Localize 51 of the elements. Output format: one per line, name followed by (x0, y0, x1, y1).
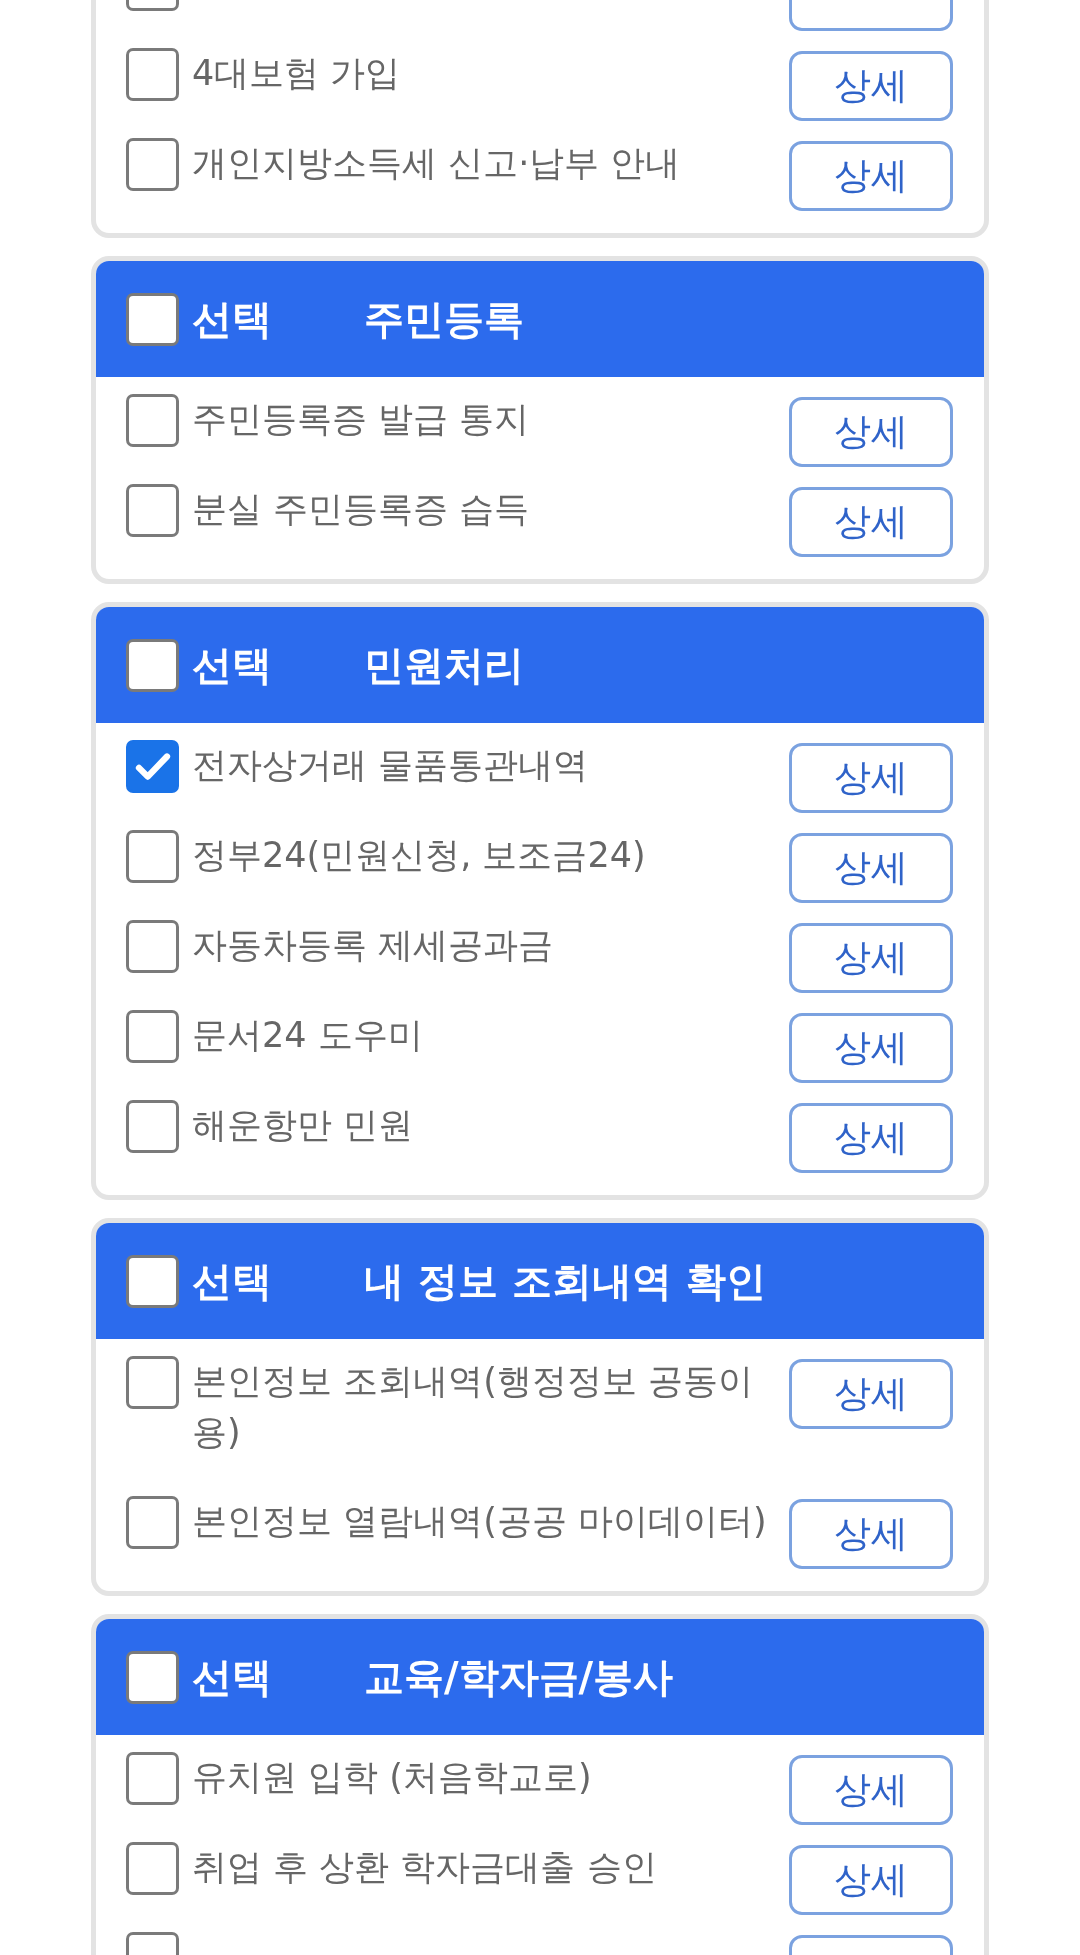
item-checkbox[interactable] (126, 740, 179, 793)
item-checkbox[interactable] (126, 1356, 179, 1409)
item-checkbox[interactable] (126, 48, 179, 101)
item-label: 전자상거래 물품통관내역 (192, 744, 590, 787)
item-label: 정부24(민원신청, 보조금24) (192, 834, 647, 877)
select-all-checkbox[interactable] (126, 1650, 179, 1704)
item-checkbox[interactable] (126, 1752, 179, 1805)
item-checkbox[interactable] (126, 484, 179, 537)
item-checkbox[interactable] (126, 1010, 179, 1063)
detail-button[interactable]: 상세 (789, 1845, 953, 1915)
item-label: 분실 주민등록증 습득 (192, 488, 531, 531)
section-title: 내 정보 조회내역 확인 (364, 1257, 766, 1306)
item-label: 해운항만 민원 (192, 1104, 415, 1147)
item-checkbox[interactable] (126, 138, 179, 191)
item-checkbox[interactable] (126, 1842, 179, 1895)
detail-button[interactable]: 상세 (789, 487, 953, 557)
item-label: 주민등록증 발급 통지 (192, 398, 531, 441)
detail-button[interactable]: 상세 (789, 1755, 953, 1825)
item-label: 유치원 입학 (처음학교로) (192, 1756, 593, 1799)
item-checkbox[interactable] (126, 830, 179, 883)
detail-button[interactable]: 상세 (789, 743, 953, 813)
item-checkbox[interactable] (126, 920, 179, 973)
detail-button[interactable]: 상세 (789, 1499, 953, 1569)
item-label: 개인지방소득세 신고·납부 안내 (192, 142, 682, 185)
detail-button[interactable]: 상세 (789, 1359, 953, 1429)
section-title: 교육/학자금/봉사 (364, 1653, 674, 1702)
select-label: 선택 (192, 1257, 272, 1306)
detail-button[interactable]: 상세 (789, 1013, 953, 1083)
item-label: 본인정보 열람내역(공공 마이데이터) (192, 1500, 768, 1543)
section-title: 주민등록 (364, 295, 524, 344)
item-checkbox[interactable] (126, 1496, 179, 1549)
detail-button[interactable]: 상세 (789, 833, 953, 903)
select-all-checkbox[interactable] (126, 638, 179, 692)
item-label: 취업 후 상환 학자금대출 승인 (192, 1846, 658, 1889)
detail-button[interactable]: 상세 (789, 141, 953, 211)
item-label: 문서24 도우미 (192, 1014, 424, 1057)
item-label: 자동차등록 제세공과금 (192, 924, 555, 967)
item-checkbox[interactable] (126, 1100, 179, 1153)
detail-button[interactable]: 상세 (789, 397, 953, 467)
select-all-checkbox[interactable] (126, 292, 179, 346)
item-checkbox[interactable] (126, 394, 179, 447)
item-label: 본인정보 조회내역(행정정보 공동이용) (192, 1360, 754, 1454)
detail-button[interactable]: 상세 (789, 51, 953, 121)
select-label: 선택 (192, 1653, 272, 1702)
select-label: 선택 (192, 641, 272, 690)
detail-button[interactable]: 상세 (789, 1103, 953, 1173)
select-all-checkbox[interactable] (126, 1254, 179, 1308)
select-label: 선택 (192, 295, 272, 344)
section-title: 민원처리 (364, 641, 524, 690)
item-label: 4대보험 가입 (192, 52, 402, 95)
detail-button[interactable]: 상세 (789, 923, 953, 993)
